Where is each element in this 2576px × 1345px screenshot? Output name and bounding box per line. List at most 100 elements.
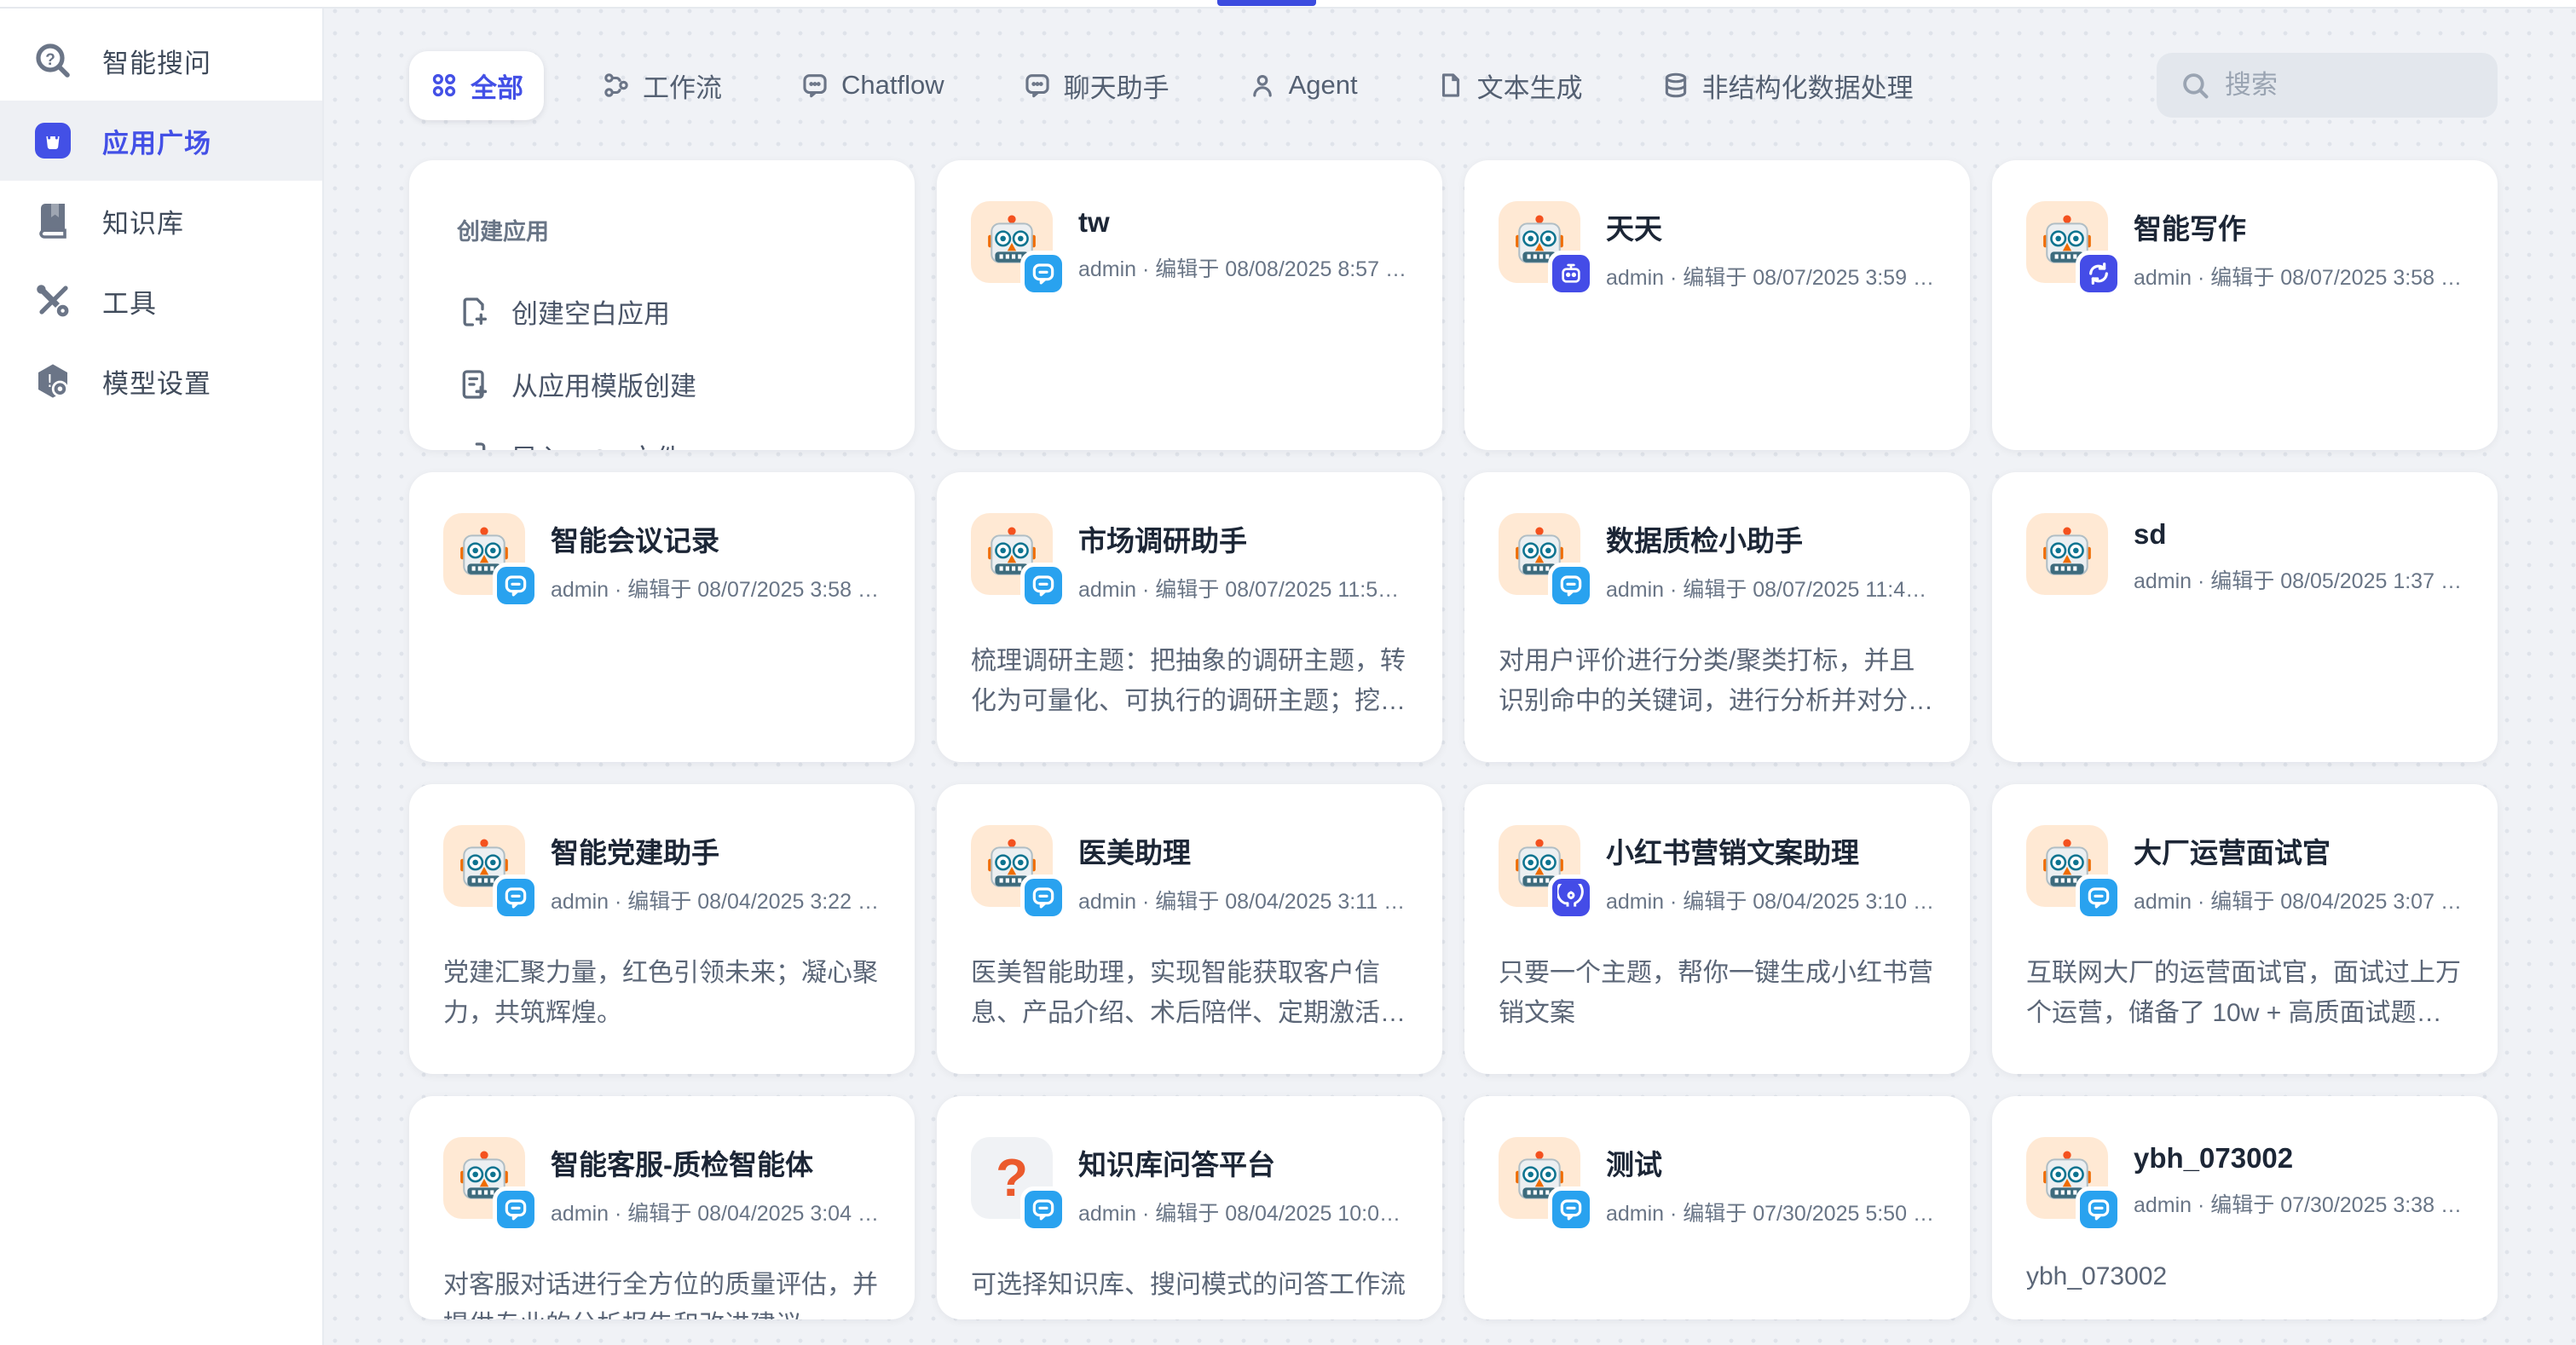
app-card[interactable]: tw admin · 编辑于 08/08/2025 8:57 AM — [937, 160, 1442, 450]
sidebar-item-model-settings[interactable]: !模型设置 — [0, 341, 322, 421]
app-description: ybh_073002 — [2026, 1256, 2463, 1296]
create-item-label: 创建空白应用 — [511, 292, 670, 331]
app-card-text: 大厂运营面试官 admin · 编辑于 08/04/2025 3:07 PM — [2134, 825, 2463, 915]
tab-文本生成[interactable]: 文本生成 — [1416, 51, 1603, 120]
robot-avatar — [443, 513, 525, 595]
robot-avatar — [2026, 201, 2108, 283]
app-meta: admin · 编辑于 08/08/2025 8:57 AM — [1078, 252, 1408, 283]
loading-indicator-bar — [1217, 0, 1316, 6]
app-type-badge-chat-icon — [493, 875, 539, 921]
create-app-title: 创建应用 — [457, 213, 881, 246]
app-card[interactable]: 智能写作admin · 编辑于 08/07/2025 3:58 PM — [1992, 160, 2498, 450]
sidebar-item-app-marketplace[interactable]: 应用广场 — [0, 101, 322, 181]
app-card[interactable]: 大厂运营面试官admin · 编辑于 08/04/2025 3:07 PM互联网… — [1992, 784, 2498, 1074]
app-meta: admin · 编辑于 08/04/2025 3:07 PM — [2134, 885, 2463, 915]
app-card[interactable]: 智能客服-质检智能体admin · 编辑于 08/04/2025 3:04 PM… — [409, 1096, 915, 1319]
app-card-header: tw admin · 编辑于 08/08/2025 8:57 AM — [971, 201, 1408, 283]
app-type-badge-chat-icon — [1548, 1186, 1594, 1232]
tab-label: 工作流 — [643, 66, 722, 105]
tab-聊天助手[interactable]: 聊天助手 — [1002, 51, 1190, 120]
sidebar-item-smart-search[interactable]: ?智能搜问 — [0, 20, 322, 101]
import-dsl-icon — [457, 440, 491, 451]
tools-icon — [31, 279, 75, 323]
app-name: 测试 — [1606, 1142, 1936, 1183]
app-card[interactable]: 测试 admin · 编辑于 07/30/2025 5:50 PM — [1464, 1096, 1970, 1319]
knowledge-book-icon — [31, 199, 75, 243]
search-box[interactable] — [2157, 53, 2498, 118]
app-card[interactable]: 小红书营销文案助理admin · 编辑于 08/04/2025 3:10 PM只… — [1464, 784, 1970, 1074]
app-meta: admin · 编辑于 08/04/2025 3:04 PM — [551, 1197, 881, 1227]
app-type-badge-chat-icon — [1020, 1186, 1066, 1232]
app-card-header: ?知识库问答平台admin · 编辑于 08/04/2025 10:07 AM — [971, 1137, 1408, 1227]
app-meta: admin · 编辑于 08/05/2025 1:37 PM — [2134, 564, 2463, 595]
app-name: 智能写作 — [2134, 206, 2463, 247]
app-name: 数据质检小助手 — [1606, 518, 1936, 559]
tab-label: Agent — [1289, 70, 1358, 101]
sidebar-item-label: 知识库 — [102, 202, 184, 240]
marketplace-bag-icon — [31, 118, 75, 163]
app-card-text: 数据质检小助手 admin · 编辑于 08/07/2025 11:44 AM — [1606, 513, 1936, 603]
app-meta: admin · 编辑于 08/07/2025 3:58 PM — [551, 573, 881, 603]
app-card-header: 数据质检小助手 admin · 编辑于 08/07/2025 11:44 AM — [1499, 513, 1936, 603]
app-type-badge-chat-icon — [1020, 875, 1066, 921]
tab-agent[interactable]: Agent — [1227, 55, 1378, 116]
tab-非结构化数据处理[interactable]: 非结构化数据处理 — [1641, 51, 1934, 120]
search-input[interactable] — [2225, 70, 2475, 101]
app-type-badge-chat-icon — [493, 1186, 539, 1232]
app-card[interactable]: 智能党建助手admin · 编辑于 08/04/2025 3:22 PM党建汇聚… — [409, 784, 915, 1074]
app-meta: admin · 编辑于 07/30/2025 5:50 PM — [1606, 1197, 1936, 1227]
app-card-text: 小红书营销文案助理admin · 编辑于 08/04/2025 3:10 PM — [1606, 825, 1936, 915]
grid-icon — [430, 71, 459, 100]
app-card[interactable]: 市场调研助手admin · 编辑于 08/07/2025 11:50 AM梳理调… — [937, 472, 1442, 762]
app-meta: admin · 编辑于 08/07/2025 11:44 AM — [1606, 573, 1936, 603]
doc-icon — [1436, 71, 1465, 100]
app-name: 智能党建助手 — [551, 830, 881, 871]
app-card-text: 智能党建助手admin · 编辑于 08/04/2025 3:22 PM — [551, 825, 881, 915]
app-card[interactable]: ?知识库问答平台admin · 编辑于 08/04/2025 10:07 AM可… — [937, 1096, 1442, 1319]
search-icon — [2179, 69, 2211, 101]
app-card-header: 小红书营销文案助理admin · 编辑于 08/04/2025 3:10 PM — [1499, 825, 1936, 915]
sidebar-item-label: 模型设置 — [102, 362, 211, 401]
robot-avatar — [2026, 825, 2108, 907]
app-name: ybh_073002 — [2134, 1142, 2463, 1175]
app-card[interactable]: 天天admin · 编辑于 08/07/2025 3:59 PM — [1464, 160, 1970, 450]
tab-label: 聊天助手 — [1064, 66, 1170, 105]
app-card-text: ybh_073002admin · 编辑于 07/30/2025 3:38 PM — [2134, 1137, 2463, 1219]
app-card-header: 大厂运营面试官 admin · 编辑于 08/04/2025 3:07 PM — [2026, 825, 2463, 915]
app-card-text: sdadmin · 编辑于 08/05/2025 1:37 PM — [2134, 513, 2463, 595]
app-card[interactable]: 智能会议记录admin · 编辑于 08/07/2025 3:58 PM — [409, 472, 915, 762]
app-card-header: 测试 admin · 编辑于 07/30/2025 5:50 PM — [1499, 1137, 1936, 1227]
import-dsl-button[interactable]: 导入 DSL 文件 — [443, 420, 881, 450]
app-name: 大厂运营面试官 — [2134, 830, 2463, 871]
robot-avatar — [971, 825, 1053, 907]
app-card[interactable]: sdadmin · 编辑于 08/05/2025 1:37 PM — [1992, 472, 2498, 762]
tab-chatflow[interactable]: Chatflow — [780, 55, 965, 116]
app-card-header: 智能写作admin · 编辑于 08/07/2025 3:58 PM — [2026, 201, 2463, 292]
app-description: 对用户评价进行分类/聚类打标，并且识别命中的关键词，进行分析并对分析结果置信度打… — [1499, 641, 1936, 721]
app-card-text: 智能会议记录admin · 编辑于 08/07/2025 3:58 PM — [551, 513, 881, 603]
sidebar-item-knowledge[interactable]: 知识库 — [0, 181, 322, 261]
app-card-text: 市场调研助手admin · 编辑于 08/07/2025 11:50 AM — [1078, 513, 1408, 603]
robot-avatar — [1499, 825, 1580, 907]
app-card[interactable]: 数据质检小助手 admin · 编辑于 08/07/2025 11:44 AM 对用… — [1464, 472, 1970, 762]
sidebar-item-label: 应用广场 — [102, 122, 211, 160]
robot-avatar — [1499, 1137, 1580, 1219]
app-card[interactable]: ybh_073002admin · 编辑于 07/30/2025 3:38 PM… — [1992, 1096, 2498, 1319]
app-type-badge-robot-icon — [1548, 251, 1594, 297]
app-type-badge-chat-icon — [1548, 563, 1594, 609]
sidebar-item-tools[interactable]: 工具 — [0, 261, 322, 341]
tab-全部[interactable]: 全部 — [409, 51, 544, 120]
create-from-template-button[interactable]: 从应用模版创建 — [443, 348, 881, 420]
create-blank-app-button[interactable]: 创建空白应用 — [443, 275, 881, 348]
tab-工作流[interactable]: 工作流 — [581, 51, 742, 120]
app-card-text: 医美助理admin · 编辑于 08/04/2025 3:11 PM — [1078, 825, 1408, 915]
robot-avatar — [1499, 513, 1580, 595]
agent-icon — [1248, 71, 1277, 100]
app-card-header: 天天admin · 编辑于 08/07/2025 3:59 PM — [1499, 201, 1936, 292]
app-card-text: 天天admin · 编辑于 08/07/2025 3:59 PM — [1606, 201, 1936, 292]
app-name: tw — [1078, 206, 1408, 239]
app-card[interactable]: 医美助理admin · 编辑于 08/04/2025 3:11 PM医美智能助理… — [937, 784, 1442, 1074]
sidebar-item-label: 智能搜问 — [102, 42, 211, 80]
file-plus-icon — [457, 295, 491, 329]
app-meta: admin · 编辑于 08/04/2025 10:07 AM — [1078, 1197, 1408, 1227]
